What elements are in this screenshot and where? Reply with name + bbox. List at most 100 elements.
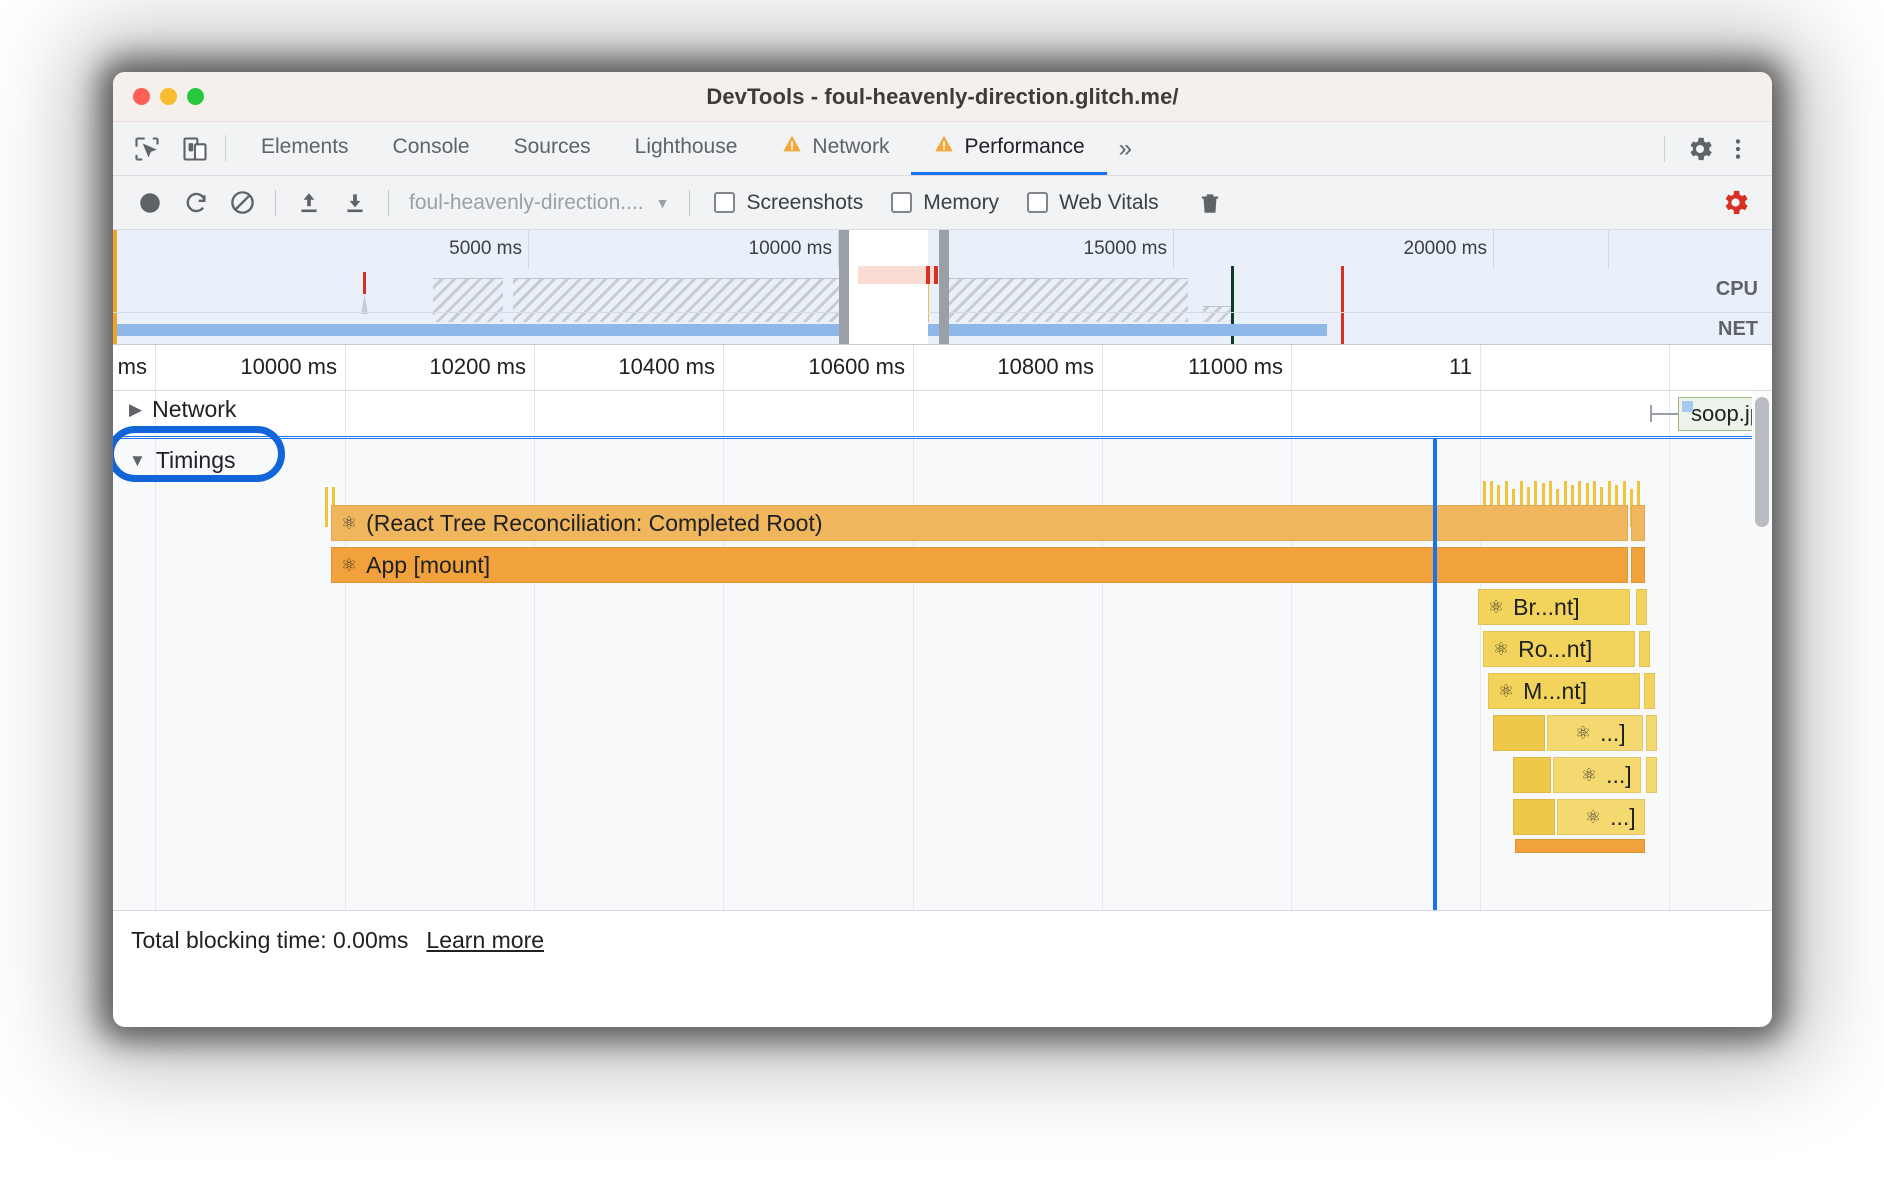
flame-bar[interactable] bbox=[1631, 505, 1645, 541]
performance-toolbar-right bbox=[1712, 180, 1772, 226]
timeline-tracks[interactable]: ▶ Network soop.jpg (sto bbox=[113, 391, 1772, 910]
ruler-tick: 10200 ms bbox=[429, 345, 535, 390]
overview-selection-window[interactable] bbox=[848, 230, 928, 344]
ruler-tick-label: 11 bbox=[1449, 354, 1472, 379]
flame-bar[interactable]: ⚛ Br...nt] bbox=[1478, 589, 1630, 625]
tab-network[interactable]: Network bbox=[759, 122, 911, 175]
gear-icon[interactable] bbox=[1683, 132, 1717, 166]
checkbox-memory-label: Memory bbox=[923, 190, 1000, 214]
react-atom-icon: ⚛ bbox=[1493, 638, 1510, 659]
chevron-right-icon[interactable]: ▶ bbox=[129, 400, 142, 420]
overview-net-label: NET bbox=[1718, 318, 1758, 340]
overview-window-right-handle[interactable] bbox=[939, 230, 949, 344]
tracks-scrollbar-thumb[interactable] bbox=[1755, 397, 1769, 527]
tab-lighthouse[interactable]: Lighthouse bbox=[613, 122, 760, 175]
checkbox-memory[interactable]: Memory bbox=[877, 191, 1013, 215]
overview-tick-label: 5000 ms bbox=[449, 238, 522, 259]
clear-recording-button[interactable] bbox=[219, 180, 265, 226]
network-request-whisker bbox=[1650, 413, 1678, 415]
profile-selector[interactable]: foul-heavenly-direction.... ▼ bbox=[399, 191, 679, 215]
network-request-marker bbox=[1682, 401, 1693, 412]
checkbox-web-vitals-box[interactable] bbox=[1027, 192, 1049, 213]
overview-tick: 15000 ms bbox=[1084, 230, 1174, 268]
overview-tick: 5000 ms bbox=[449, 230, 529, 268]
ruler-tick-label: 10600 ms bbox=[808, 354, 905, 379]
overview-peak-marker bbox=[361, 294, 368, 314]
flame-bar-label: (React Tree Reconciliation: Completed Ro… bbox=[366, 509, 823, 536]
flame-bar[interactable] bbox=[1646, 757, 1657, 793]
timings-track-header[interactable]: ▼ Timings bbox=[113, 447, 236, 474]
learn-more-link[interactable]: Learn more bbox=[426, 927, 544, 954]
grid-line bbox=[345, 391, 346, 436]
overview-tick: 20000 ms bbox=[1404, 230, 1494, 268]
grid-line bbox=[723, 391, 724, 436]
load-profile-icon[interactable] bbox=[286, 180, 332, 226]
tabbar-divider bbox=[225, 135, 226, 162]
trash-icon[interactable] bbox=[1187, 180, 1233, 226]
tab-elements[interactable]: Elements bbox=[239, 122, 371, 175]
grid-line bbox=[913, 391, 914, 436]
flame-bar[interactable] bbox=[1639, 631, 1650, 667]
inspect-element-icon[interactable] bbox=[130, 132, 164, 166]
timeline-overview[interactable]: 5000 ms 10000 ms 15000 ms 20000 ms CPU N… bbox=[113, 230, 1772, 345]
flame-bar-label: ...] bbox=[1606, 761, 1632, 788]
flame-bar[interactable] bbox=[1646, 715, 1657, 751]
timings-track[interactable]: ▼ Timings FP FCP bbox=[113, 438, 1772, 910]
tab-performance[interactable]: Performance bbox=[911, 122, 1107, 175]
tab-console[interactable]: Console bbox=[371, 122, 492, 175]
window-titlebar: DevTools - foul-heavenly-direction.glitc… bbox=[113, 72, 1772, 122]
overview-window-left-handle[interactable] bbox=[839, 230, 849, 344]
cpu-activity-hatch bbox=[1203, 306, 1233, 322]
flame-bar[interactable]: ⚛ ...] bbox=[1557, 799, 1645, 835]
flame-bar[interactable]: ⚛ Ro...nt] bbox=[1483, 631, 1635, 667]
grid-line bbox=[1669, 439, 1670, 910]
cpu-activity-hatch bbox=[513, 278, 883, 322]
warning-triangle-icon bbox=[781, 133, 803, 161]
checkbox-web-vitals[interactable]: Web Vitals bbox=[1013, 191, 1173, 215]
flame-bar[interactable]: ⚛ M...nt] bbox=[1488, 673, 1640, 709]
flame-bar[interactable]: ⚛ ...] bbox=[1553, 757, 1641, 793]
overview-tick-label: 10000 ms bbox=[748, 238, 832, 259]
overview-error-marker bbox=[363, 272, 366, 294]
chevron-down-icon: ▼ bbox=[655, 194, 670, 211]
cpu-activity-hatch bbox=[433, 278, 503, 322]
ruler-tick: 11000 ms bbox=[1188, 345, 1292, 390]
save-profile-icon[interactable] bbox=[332, 180, 378, 226]
react-atom-icon: ⚛ bbox=[1581, 764, 1598, 785]
chevron-down-icon[interactable]: ▼ bbox=[129, 451, 146, 471]
overview-tick-label: 15000 ms bbox=[1083, 238, 1167, 259]
tabbar-right-divider bbox=[1664, 135, 1665, 162]
overview-network-band bbox=[117, 324, 1327, 336]
ruler-tick: 10800 ms bbox=[997, 345, 1103, 390]
capture-settings-gear-icon[interactable] bbox=[1712, 180, 1758, 226]
grid-line bbox=[534, 391, 535, 436]
flame-bar[interactable] bbox=[1513, 799, 1555, 835]
device-toolbar-icon[interactable] bbox=[178, 132, 212, 166]
flame-bar[interactable] bbox=[1513, 757, 1551, 793]
flame-bar[interactable] bbox=[1644, 673, 1655, 709]
flame-bar[interactable] bbox=[1493, 715, 1545, 751]
flame-bar[interactable] bbox=[1631, 547, 1645, 583]
network-track-label: Network bbox=[152, 396, 237, 422]
timeline-playhead[interactable] bbox=[1433, 439, 1437, 910]
kebab-menu-icon[interactable] bbox=[1721, 132, 1755, 166]
checkbox-screenshots[interactable]: Screenshots bbox=[700, 191, 877, 215]
ruler-tick: 11 bbox=[1449, 345, 1481, 390]
react-atom-icon: ⚛ bbox=[1585, 806, 1602, 827]
more-tabs-button[interactable]: » bbox=[1107, 122, 1144, 175]
timings-track-label: Timings bbox=[155, 447, 236, 473]
tab-sources[interactable]: Sources bbox=[492, 122, 613, 175]
flame-bar-label: ...] bbox=[1600, 719, 1626, 746]
network-track[interactable]: ▶ Network soop.jpg (sto bbox=[113, 391, 1772, 437]
flame-bar-label: ...] bbox=[1610, 803, 1636, 830]
flame-bar[interactable]: ⚛ ...] bbox=[1547, 715, 1643, 751]
network-track-header[interactable]: ▶ Network bbox=[113, 396, 236, 423]
flame-bar[interactable] bbox=[1515, 839, 1645, 853]
checkbox-memory-box[interactable] bbox=[891, 192, 913, 213]
flame-bar[interactable] bbox=[1636, 589, 1647, 625]
react-atom-icon: ⚛ bbox=[341, 554, 358, 575]
reload-and-record-button[interactable] bbox=[173, 180, 219, 226]
checkbox-screenshots-box[interactable] bbox=[714, 192, 736, 213]
record-button[interactable] bbox=[127, 180, 173, 226]
tab-sources-label: Sources bbox=[513, 135, 591, 158]
